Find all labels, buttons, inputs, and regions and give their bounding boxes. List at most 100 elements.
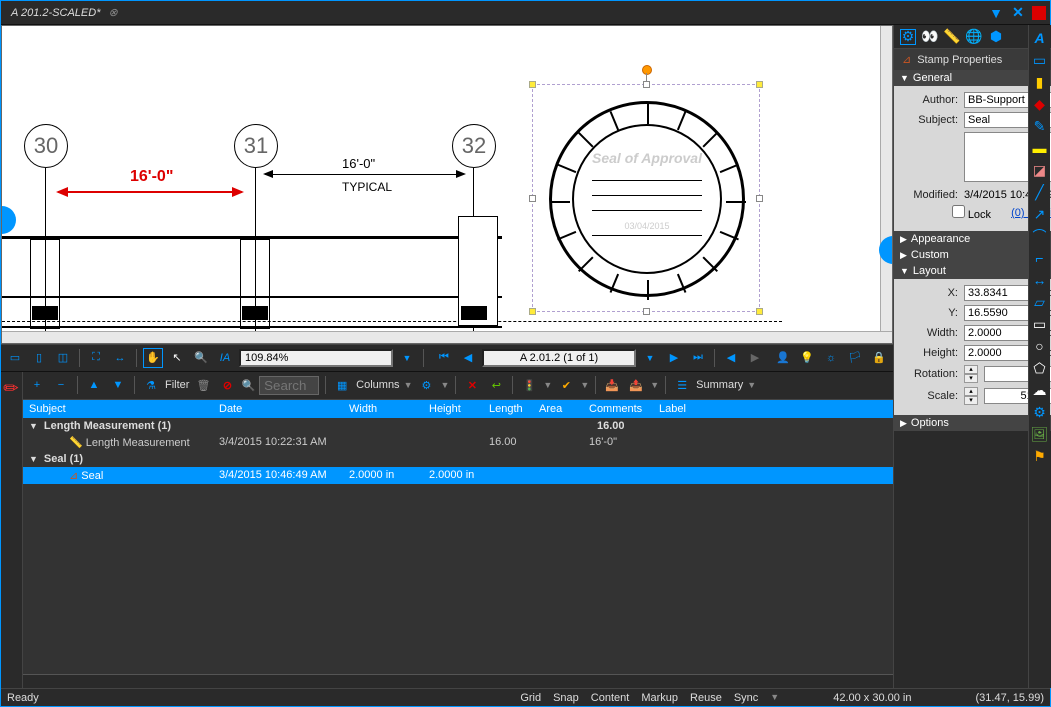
- record-icon[interactable]: [1032, 6, 1046, 20]
- next-view-icon[interactable]: ▶: [745, 348, 765, 368]
- fit-width-icon[interactable]: ↔: [110, 348, 130, 368]
- binoculars-icon[interactable]: 👀: [922, 29, 938, 45]
- polygon-tool-icon[interactable]: ⬠: [1031, 359, 1049, 377]
- list-icon[interactable]: ☰: [672, 375, 692, 395]
- v-scrollbar[interactable]: [880, 26, 892, 331]
- gear-tool-icon[interactable]: ⚙: [1031, 403, 1049, 421]
- user-icon[interactable]: 👤: [773, 348, 793, 368]
- import-icon[interactable]: 📥: [602, 375, 622, 395]
- document-tab[interactable]: A 201.2-SCALED* ⊗: [5, 4, 124, 21]
- status-icon[interactable]: 🚦: [519, 375, 539, 395]
- status-content[interactable]: Content: [591, 692, 630, 704]
- trash-icon[interactable]: 🗑: [193, 375, 213, 395]
- first-page-icon[interactable]: ⏮: [434, 348, 454, 368]
- note-tool-icon[interactable]: ▮: [1031, 73, 1049, 91]
- status-sync[interactable]: Sync: [734, 692, 758, 704]
- markup-panel-handle[interactable]: ✎: [1, 372, 23, 689]
- status-snap[interactable]: Snap: [553, 692, 579, 704]
- prev-view-icon[interactable]: ◀: [721, 348, 741, 368]
- clear-filter-icon[interactable]: ⊘: [217, 375, 237, 395]
- lock-checkbox[interactable]: Lock: [952, 205, 991, 221]
- dropdown-icon[interactable]: ▼: [988, 5, 1004, 21]
- single-page-icon[interactable]: ▭: [5, 348, 25, 368]
- prev-page-icon[interactable]: ◀: [458, 348, 478, 368]
- col-area[interactable]: Area: [533, 401, 583, 417]
- last-page-icon[interactable]: ⏭: [688, 348, 708, 368]
- lock-icon[interactable]: 🔒: [869, 348, 889, 368]
- markup-scroll[interactable]: [23, 674, 893, 688]
- columns-icon[interactable]: ▦: [332, 375, 352, 395]
- pan-icon[interactable]: ✋: [143, 348, 163, 368]
- delete-icon[interactable]: ✕: [462, 375, 482, 395]
- add-icon[interactable]: +: [27, 375, 47, 395]
- row-seal[interactable]: ⊿ Seal 3/4/2015 10:46:49 AM 2.0000 in 2.…: [23, 467, 893, 484]
- shape-tool-icon[interactable]: ◆: [1031, 95, 1049, 113]
- row-length-measurement[interactable]: 📏 Length Measurement 3/4/2015 10:22:31 A…: [23, 434, 893, 451]
- zoom-icon[interactable]: 🔍: [191, 348, 211, 368]
- width-input[interactable]: [964, 325, 1032, 341]
- col-label[interactable]: Label: [653, 401, 703, 417]
- expand-icon[interactable]: ▲: [84, 375, 104, 395]
- status-markup[interactable]: Markup: [641, 692, 678, 704]
- zoom-dropdown-icon[interactable]: ▼: [397, 348, 417, 368]
- search-input[interactable]: [259, 376, 319, 395]
- continuous-icon[interactable]: ▯: [29, 348, 49, 368]
- page-dropdown-icon[interactable]: ▼: [640, 348, 660, 368]
- h-scrollbar[interactable]: [2, 331, 892, 343]
- status-grid[interactable]: Grid: [520, 692, 541, 704]
- ruler-icon[interactable]: 📏: [944, 29, 960, 45]
- col-width[interactable]: Width: [343, 401, 423, 417]
- zoom-input[interactable]: [239, 349, 393, 367]
- rotation-stepper[interactable]: ▴▾: [964, 365, 978, 383]
- highlight-tool-icon[interactable]: ▬: [1031, 139, 1049, 157]
- polyline-tool-icon[interactable]: ⌐: [1031, 249, 1049, 267]
- height-input[interactable]: [964, 345, 1032, 361]
- ellipse-tool-icon[interactable]: ○: [1031, 337, 1049, 355]
- columns-label[interactable]: Columns: [356, 379, 399, 391]
- text-tool-icon[interactable]: A: [1031, 29, 1049, 47]
- callout-tool-icon[interactable]: ▱: [1031, 293, 1049, 311]
- reply-icon[interactable]: ↩: [486, 375, 506, 395]
- dim-icon[interactable]: ☼: [821, 348, 841, 368]
- dimension-tool-icon[interactable]: ↔: [1031, 271, 1049, 289]
- pen-tool-icon[interactable]: ✎: [1031, 117, 1049, 135]
- filter-icon[interactable]: ⚗: [141, 375, 161, 395]
- arc-tool-icon[interactable]: ⌒: [1031, 227, 1049, 245]
- gear-icon[interactable]: ⚙: [416, 375, 436, 395]
- seal-selection[interactable]: Seal of Approval 03/04/2015: [532, 84, 760, 312]
- y-input[interactable]: [964, 305, 1032, 321]
- group-length[interactable]: ▼ Length Measurement (1) 16.00: [23, 418, 893, 434]
- flag-icon[interactable]: 🏳: [845, 348, 865, 368]
- stamp-tool-icon[interactable]: ▭: [1031, 51, 1049, 69]
- side-by-side-icon[interactable]: ◫: [53, 348, 73, 368]
- remove-icon[interactable]: −: [51, 375, 71, 395]
- text-select-icon[interactable]: IA: [215, 348, 235, 368]
- eraser-tool-icon[interactable]: ◪: [1031, 161, 1049, 179]
- gear-icon[interactable]: ⚙: [900, 29, 916, 45]
- scale-stepper[interactable]: ▴▾: [964, 387, 978, 405]
- col-subject[interactable]: Subject: [23, 401, 213, 417]
- check-icon[interactable]: ✔: [556, 375, 576, 395]
- line-tool-icon[interactable]: ╱: [1031, 183, 1049, 201]
- x-input[interactable]: [964, 285, 1032, 301]
- 3d-icon[interactable]: ⬢: [988, 29, 1004, 45]
- arrow-tool-icon[interactable]: ↗: [1031, 205, 1049, 223]
- canvas[interactable]: 30 31 32 1 16'-0" 16'-0" TYPICAL: [1, 25, 893, 344]
- flag-tool-icon[interactable]: ⚑: [1031, 447, 1049, 465]
- image-tool-icon[interactable]: 🖼: [1031, 425, 1049, 443]
- select-icon[interactable]: ↖: [167, 348, 187, 368]
- collapse-icon[interactable]: ▼: [108, 375, 128, 395]
- filter-label[interactable]: Filter: [165, 379, 189, 391]
- close-icon[interactable]: ⊗: [108, 6, 117, 19]
- cloud-tool-icon[interactable]: ☁: [1031, 381, 1049, 399]
- col-comments[interactable]: Comments: [583, 401, 653, 417]
- fit-page-icon[interactable]: ⛶: [86, 348, 106, 368]
- next-page-icon[interactable]: ▶: [664, 348, 684, 368]
- col-date[interactable]: Date: [213, 401, 343, 417]
- globe-icon[interactable]: 🌐: [966, 29, 982, 45]
- close-x-icon[interactable]: ✕: [1010, 5, 1026, 21]
- col-height[interactable]: Height: [423, 401, 483, 417]
- page-input[interactable]: [482, 349, 636, 367]
- export-icon[interactable]: 📤: [626, 375, 646, 395]
- rect-tool-icon[interactable]: ▭: [1031, 315, 1049, 333]
